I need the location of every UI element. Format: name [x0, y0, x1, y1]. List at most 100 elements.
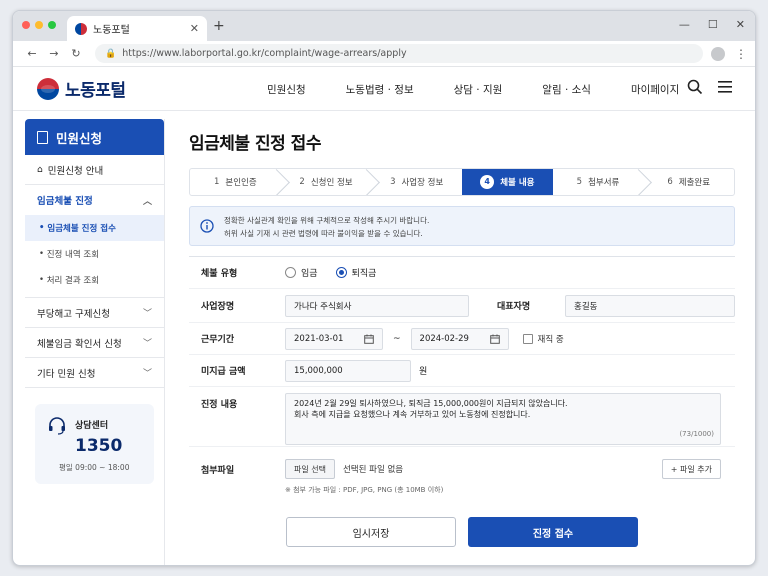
- nav-item-consult[interactable]: 상담 · 지원: [454, 82, 503, 97]
- row-content: 진정 내용 2024년 2월 29일 퇴사하였으나, 퇴직금 15,000,00…: [189, 387, 735, 447]
- maximize-window-icon[interactable]: [48, 21, 56, 29]
- submit-button[interactable]: 진정 접수: [468, 517, 638, 547]
- minimize-window-icon[interactable]: [35, 21, 43, 29]
- sidebar-item-label: 민원신청 안내: [47, 165, 104, 177]
- ceo-label: 대표자명: [497, 302, 531, 312]
- consult-number[interactable]: 1350: [75, 436, 122, 456]
- file-status: 선택된 파일 없음: [342, 465, 404, 475]
- nav-item-mypage[interactable]: 마이페이지: [631, 82, 679, 97]
- file-note: ※ 첨부 가능 파일 : PDF, JPG, PNG (총 10MB 이하): [285, 486, 444, 494]
- amount-input[interactable]: 15,000,000: [285, 359, 411, 382]
- hamburger-menu-icon[interactable]: [717, 80, 733, 94]
- file-select-button[interactable]: 파일 선택: [285, 459, 335, 479]
- nav-item-news[interactable]: 알림 · 소식: [542, 82, 591, 97]
- sidebar-sub-history[interactable]: • 진정 내역 조회: [25, 241, 164, 267]
- save-draft-button[interactable]: 임시저장: [286, 517, 456, 547]
- start-date-input[interactable]: 2021-03-01: [285, 327, 383, 350]
- close-icon[interactable]: ✕: [736, 18, 745, 31]
- sidebar-sub-result[interactable]: • 처리 결과 조회: [25, 267, 164, 293]
- amount-unit: 원: [419, 367, 428, 377]
- row-amount: 미지급 금액 15,000,000 원: [189, 355, 735, 387]
- page-title: 임금체불 진정 접수: [189, 134, 321, 154]
- close-window-icon[interactable]: [22, 21, 30, 29]
- period-separator: ~: [393, 333, 401, 344]
- sidebar-sub-apply[interactable]: • 임금체불 진정 접수: [25, 215, 164, 241]
- end-date-value: 2024-02-29: [419, 333, 469, 344]
- tab-close-icon[interactable]: ✕: [190, 22, 199, 35]
- radio-label: 퇴직금: [351, 269, 377, 279]
- step-6: 6 제출완료: [643, 169, 734, 195]
- headset-icon: [49, 417, 65, 435]
- forward-icon[interactable]: →: [43, 47, 65, 60]
- notice-box: 정확한 사실관계 확인을 위해 구체적으로 작성해 주시기 바랍니다. 허위 사…: [189, 206, 735, 246]
- period-label: 근무기간: [201, 335, 235, 345]
- step-number: 5: [576, 177, 583, 187]
- calendar-icon[interactable]: [364, 334, 374, 344]
- minimize-icon[interactable]: —: [679, 18, 690, 31]
- arrears-form: 체불 유형 임금 퇴직금 사업장명 가나다 주식회사 대표자명 홍길동 근무기간…: [189, 256, 735, 499]
- sidebar-sub-label: 진정 내역 조회: [46, 250, 100, 260]
- add-file-button[interactable]: + 파일 추가: [661, 459, 721, 479]
- main-content: 임금체불 진정 접수 1 본인인증 2 신청인 정보 3 사업장 정보 4 체불 내용 …: [189, 119, 735, 547]
- step-3: 3 사업장 정보: [371, 169, 462, 195]
- sidebar-item-label: 임금체불 진정: [37, 196, 93, 207]
- sidebar-item-other[interactable]: 기타 민원 신청 ﹀: [25, 358, 164, 388]
- sidebar: 민원신청 ⌂ 민원신청 안내 임금체불 진정 ︿ • 임금체불 진정 접수 • …: [25, 119, 165, 565]
- radio-severance[interactable]: 퇴직금: [335, 266, 377, 279]
- notice-line-1: 정확한 사실관계 확인을 위해 구체적으로 작성해 주시기 바랍니다.: [224, 216, 430, 225]
- step-1: 1 본인인증: [190, 169, 281, 195]
- row-business: 사업장명 가나다 주식회사 대표자명 홍길동: [189, 289, 735, 323]
- step-4-current: 4 체불 내용: [462, 169, 553, 195]
- nav-item-law[interactable]: 노동법령 · 정보: [346, 82, 414, 97]
- tab-bar: 노동포털 ✕ + — ☐ ✕: [13, 11, 755, 41]
- restore-icon[interactable]: ☐: [708, 18, 718, 31]
- content-line: 회사 측에 지급을 요청했으나 계속 거부하고 있어 노동청에 진정합니다.: [294, 410, 531, 419]
- new-tab-icon[interactable]: +: [213, 18, 225, 34]
- document-icon: [37, 130, 48, 144]
- calendar-icon[interactable]: [489, 334, 500, 344]
- sidebar-item-certificate[interactable]: 체불임금 확인서 신청 ﹀: [25, 328, 164, 358]
- home-icon: ⌂: [37, 164, 43, 175]
- url-field[interactable]: 🔒 https://www.laborportal.go.kr/complain…: [95, 44, 703, 63]
- step-number: 3: [390, 177, 396, 187]
- biz-name-input[interactable]: 가나다 주식회사: [285, 294, 469, 317]
- sidebar-title-text: 민원신청: [56, 130, 103, 146]
- content-line: 2024년 2월 29일 퇴사하였으나, 퇴직금 15,000,000원이 지급…: [294, 399, 568, 408]
- consult-title: 상담센터: [75, 421, 109, 431]
- reload-icon[interactable]: ↻: [65, 47, 87, 60]
- browser-tab[interactable]: 노동포털 ✕: [67, 16, 207, 41]
- sidebar-group-wage[interactable]: 임금체불 진정 ︿: [25, 185, 164, 215]
- step-label: 본인인증: [225, 178, 257, 188]
- sidebar-item-dismissal[interactable]: 부당해고 구제신청 ﹀: [25, 298, 164, 328]
- end-date-input[interactable]: 2024-02-29: [410, 327, 509, 350]
- search-icon[interactable]: [687, 79, 703, 95]
- step-number: 4: [480, 175, 495, 189]
- nav-item-apply[interactable]: 민원신청: [267, 82, 306, 97]
- employed-checkbox[interactable]: 재직 중: [522, 333, 564, 345]
- sidebar-item-guide[interactable]: ⌂ 민원신청 안내: [25, 155, 164, 185]
- ceo-name-input[interactable]: 홍길동: [565, 294, 735, 317]
- step-label: 첨부서류: [588, 178, 620, 188]
- step-label: 신청인 정보: [310, 178, 353, 188]
- browser-menu-icon[interactable]: ⋮: [735, 47, 747, 61]
- radio-wage[interactable]: 임금: [285, 266, 318, 279]
- step-number: 6: [667, 177, 673, 187]
- sidebar-item-label: 기타 민원 신청: [37, 368, 96, 380]
- back-icon[interactable]: ←: [21, 47, 43, 60]
- taegeuk-logo-icon: [37, 77, 59, 100]
- consult-center-card: 상담센터 1350 평일 09:00 ~ 18:00: [35, 404, 154, 484]
- profile-icon[interactable]: [711, 46, 725, 61]
- consult-hours: 평일 09:00 ~ 18:00: [59, 463, 130, 472]
- row-arrears-type: 체불 유형 임금 퇴직금: [189, 257, 735, 289]
- site-logo[interactable]: 노동포털: [37, 76, 126, 101]
- lock-icon: 🔒: [105, 48, 117, 59]
- site-favicon-icon: [75, 22, 87, 35]
- step-2: 2 신청인 정보: [281, 169, 372, 195]
- chevron-down-icon: ﹀: [142, 369, 152, 379]
- sidebar-item-label: 부당해고 구제신청: [37, 308, 110, 320]
- step-label: 제출완료: [678, 178, 711, 188]
- logo-text: 노동포털: [65, 81, 126, 101]
- chevron-down-icon: ﹀: [142, 309, 152, 319]
- row-period: 근무기간 2021-03-01 ~ 2024-02-29 재직 중: [189, 323, 735, 355]
- content-textarea[interactable]: 2024년 2월 29일 퇴사하였으나, 퇴직금 15,000,000원이 지급…: [285, 393, 721, 445]
